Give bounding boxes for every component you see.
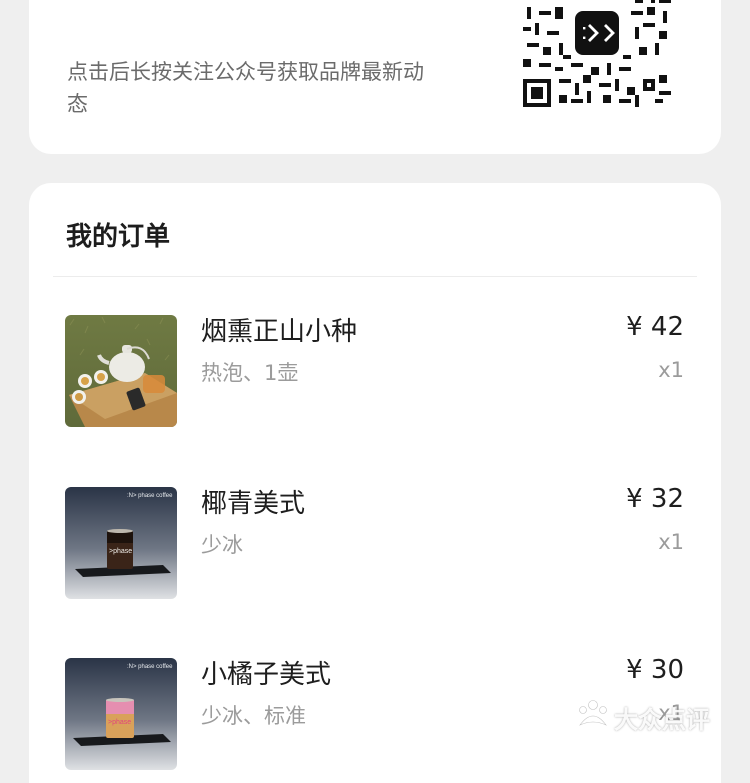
order-spec: 热泡、1壶	[201, 361, 299, 385]
order-name: 烟熏正山小种	[201, 317, 358, 347]
svg-text:>phase: >phase	[109, 548, 132, 555]
order-spec: 少冰	[201, 533, 243, 557]
order-qty: x1	[658, 358, 684, 382]
follow-card: 点击后长按关注公众号获取品牌最新动态	[29, 0, 721, 154]
follow-prompt-text: 点击后长按关注公众号获取品牌最新动态	[67, 60, 424, 116]
order-spec: 少冰、标准	[201, 704, 306, 728]
order-item[interactable]: :N> phase coffee >phase 椰青美式 少冰 ¥ 32 x1	[29, 484, 721, 607]
watermark-text: 大众点评	[614, 705, 710, 734]
watermark-logo-icon	[576, 699, 610, 735]
svg-text::N> phase coffee: :N> phase coffee	[127, 664, 173, 670]
order-price: ¥ 42	[626, 312, 684, 342]
divider	[53, 276, 697, 277]
order-qty: x1	[658, 530, 684, 554]
order-price: ¥ 32	[626, 484, 684, 514]
qr-code-icon[interactable]	[523, 0, 671, 107]
order-item[interactable]: 烟熏正山小种 热泡、1壶 ¥ 42 x1	[29, 312, 721, 435]
orders-card: 我的订单 烟熏正山小种 热泡、1壶 ¥ 42 x1:N> phase coff…	[29, 183, 721, 783]
watermark: 大众点评	[576, 697, 746, 737]
order-price: ¥ 30	[626, 655, 684, 685]
svg-text:>phase: >phase	[108, 719, 131, 726]
order-name: 小橘子美式	[201, 660, 332, 690]
orders-title: 我的订单	[66, 222, 171, 252]
order-name: 椰青美式	[201, 489, 306, 519]
coffee-image: :N> phase coffee >phase	[65, 487, 177, 599]
tea-set-image	[65, 315, 177, 427]
coffee-image: :N> phase coffee >phase	[65, 658, 177, 770]
svg-text::N> phase coffee: :N> phase coffee	[127, 493, 173, 499]
